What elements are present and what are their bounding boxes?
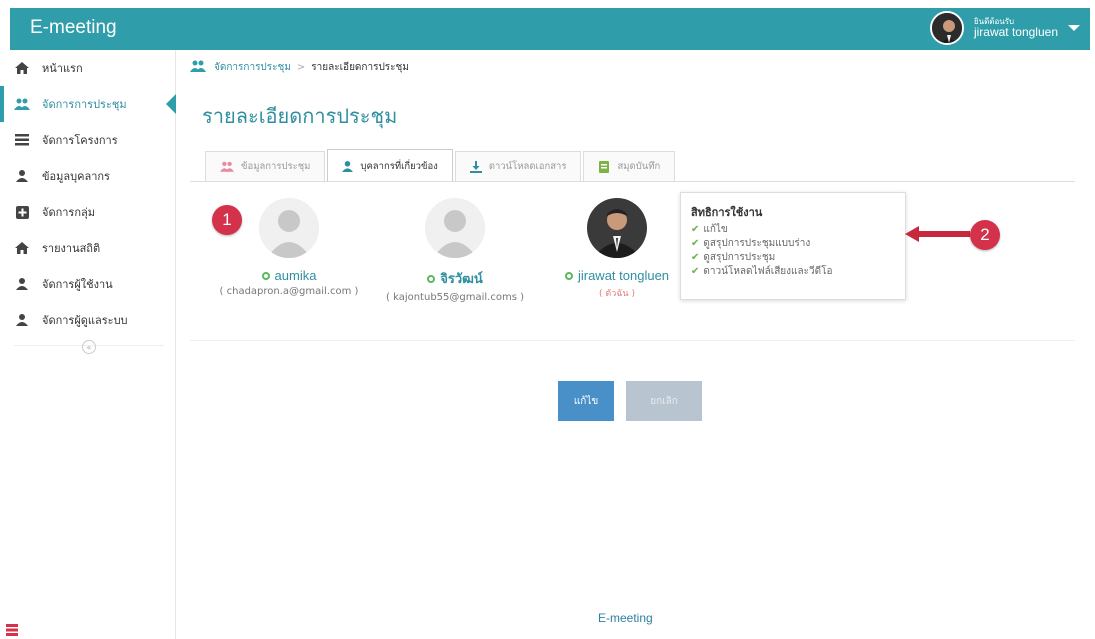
tab-download-docs[interactable]: ดาวน์โหลดเอกสาร (454, 151, 582, 181)
breadcrumb-current: รายละเอียดการประชุม (311, 62, 409, 73)
avatar (425, 198, 485, 258)
tab-underline (190, 181, 1075, 182)
sidebar-item-home[interactable]: หน้าแรก (0, 50, 175, 86)
download-icon (469, 160, 482, 173)
sidebar-item-label: รายงานสถิติ (42, 242, 101, 255)
notebook-icon (598, 160, 610, 173)
user-icon (14, 168, 30, 184)
collapse-sidebar-button[interactable]: « (82, 340, 96, 354)
sidebar-item-label: หน้าแรก (42, 62, 83, 75)
person-name-row: jirawat tongluen (537, 268, 697, 283)
online-status-icon (261, 271, 270, 280)
users-icon (190, 60, 206, 75)
sidebar-item-admins[interactable]: จัดการผู้ดูแลระบบ (0, 302, 175, 338)
sidebar-item-label: จัดการผู้ดูแลระบบ (42, 314, 128, 327)
annotation-badge-1: 1 (212, 205, 242, 235)
plus-box-icon (14, 204, 30, 220)
sidebar: หน้าแรก จัดการการประชุม จัดการโครงการ ข้… (0, 50, 176, 639)
edit-button[interactable]: แก้ไข (558, 381, 614, 421)
user-icon (14, 312, 30, 328)
home-icon (14, 240, 30, 256)
person-name-row: aumika (209, 268, 369, 283)
breadcrumb: จัดการการประชุม > รายละเอียดการประชุม (190, 60, 409, 75)
tab-label: บุคลากรที่เกี่ยวข้อง (360, 160, 438, 172)
breadcrumb-separator: > (296, 62, 306, 73)
permission-label: แก้ไข (703, 224, 728, 235)
annotation-arrow-icon (905, 226, 970, 242)
content-divider (190, 340, 1075, 341)
permission-item: ✔ ดูสรุปการประชุมแบบร่าง (691, 237, 895, 251)
person-card[interactable]: จิรวัฒน์ ( kajontub55@gmail.coms ) (375, 198, 535, 303)
sidebar-item-groups[interactable]: จัดการกลุ่ม (0, 194, 175, 230)
avatar (259, 198, 319, 258)
home-icon (14, 60, 30, 76)
sidebar-item-label: จัดการผู้ใช้งาน (42, 278, 113, 291)
top-navbar: E-meeting ยินดีต้อนรับ jirawat tongluen (10, 8, 1090, 50)
user-icon (342, 160, 354, 172)
sidebar-item-label: จัดการกลุ่ม (42, 206, 95, 219)
permissions-popover: สิทธิการใช้งาน ✔ แก้ไข ✔ ดูสรุปการประชุม… (680, 192, 906, 300)
sidebar-item-meetings[interactable]: จัดการการประชุม (0, 86, 176, 122)
footer-text: E-meeting (598, 611, 653, 625)
sidebar-item-personnel[interactable]: ข้อมูลบุคลากร (0, 158, 175, 194)
sidebar-item-projects[interactable]: จัดการโครงการ (0, 122, 175, 158)
user-menu[interactable]: ยินดีต้อนรับ jirawat tongluen (929, 11, 1080, 45)
person-name: aumika (274, 268, 317, 283)
sidebar-item-reports[interactable]: รายงานสถิติ (0, 230, 175, 266)
cancel-button[interactable]: ยกเลิก (626, 381, 702, 421)
check-icon: ✔ (691, 238, 700, 249)
user-icon (14, 276, 30, 292)
page-title: รายละเอียดการประชุม (202, 104, 398, 128)
sidebar-item-label: ข้อมูลบุคลากร (42, 170, 110, 183)
person-name: จิรวัฒน์ (440, 271, 483, 286)
sidebar-item-users[interactable]: จัดการผู้ใช้งาน (0, 266, 175, 302)
person-card[interactable]: jirawat tongluen ( ตัวฉัน ) (537, 198, 697, 300)
users-icon (220, 161, 234, 172)
permission-item: ✔ ดาวน์โหลดไฟล์เสียงและวีดีโอ (691, 265, 895, 279)
person-email: ( kajontub55@gmail.coms ) (386, 292, 524, 303)
tab-label: สมุดบันทึก (617, 161, 661, 172)
tab-related-personnel[interactable]: บุคลากรที่เกี่ยวข้อง (327, 149, 453, 182)
user-avatar[interactable] (929, 11, 964, 45)
tab-meeting-info[interactable]: ข้อมูลการประชุม (205, 151, 326, 181)
person-name-row: จิรวัฒน์ (375, 268, 535, 289)
online-status-icon (564, 271, 573, 280)
logo-icon (6, 624, 18, 636)
tab-label: ดาวน์โหลดเอกสาร (488, 161, 567, 172)
breadcrumb-link-meetings[interactable]: จัดการการประชุม (214, 60, 291, 75)
annotation-badge-2: 2 (970, 220, 1000, 250)
person-email: ( chadapron.a@gmail.com ) (219, 286, 359, 297)
permission-item: ✔ แก้ไข (691, 223, 895, 237)
list-icon (14, 132, 30, 148)
permissions-title: สิทธิการใช้งาน (691, 206, 763, 219)
check-icon: ✔ (691, 224, 700, 235)
permission-label: ดาวน์โหลดไฟล์เสียงและวีดีโอ (703, 266, 833, 277)
app-brand[interactable]: E-meeting (30, 17, 117, 39)
users-icon (14, 96, 30, 112)
chevron-down-icon[interactable] (1068, 25, 1080, 31)
check-icon: ✔ (691, 252, 700, 263)
online-status-icon (427, 274, 436, 283)
active-indicator (166, 94, 176, 114)
sidebar-item-label: จัดการการประชุม (42, 98, 127, 111)
avatar (587, 198, 647, 258)
tab-label: ข้อมูลการประชุม (241, 161, 311, 172)
person-role: ( ตัวฉัน ) (599, 289, 635, 299)
permission-item: ✔ ดูสรุปการประชุม (691, 251, 895, 265)
person-name: jirawat tongluen (577, 268, 670, 283)
permission-label: ดูสรุปการประชุม (703, 252, 776, 263)
sidebar-item-label: จัดการโครงการ (42, 134, 118, 147)
check-icon: ✔ (691, 266, 700, 277)
permission-label: ดูสรุปการประชุมแบบร่าง (703, 238, 811, 249)
tab-notebook[interactable]: สมุดบันทึก (583, 151, 676, 181)
tab-bar: ข้อมูลการประชุม บุคลากรที่เกี่ยวข้อง ดาว… (205, 148, 677, 182)
user-name: jirawat tongluen (973, 24, 1058, 39)
